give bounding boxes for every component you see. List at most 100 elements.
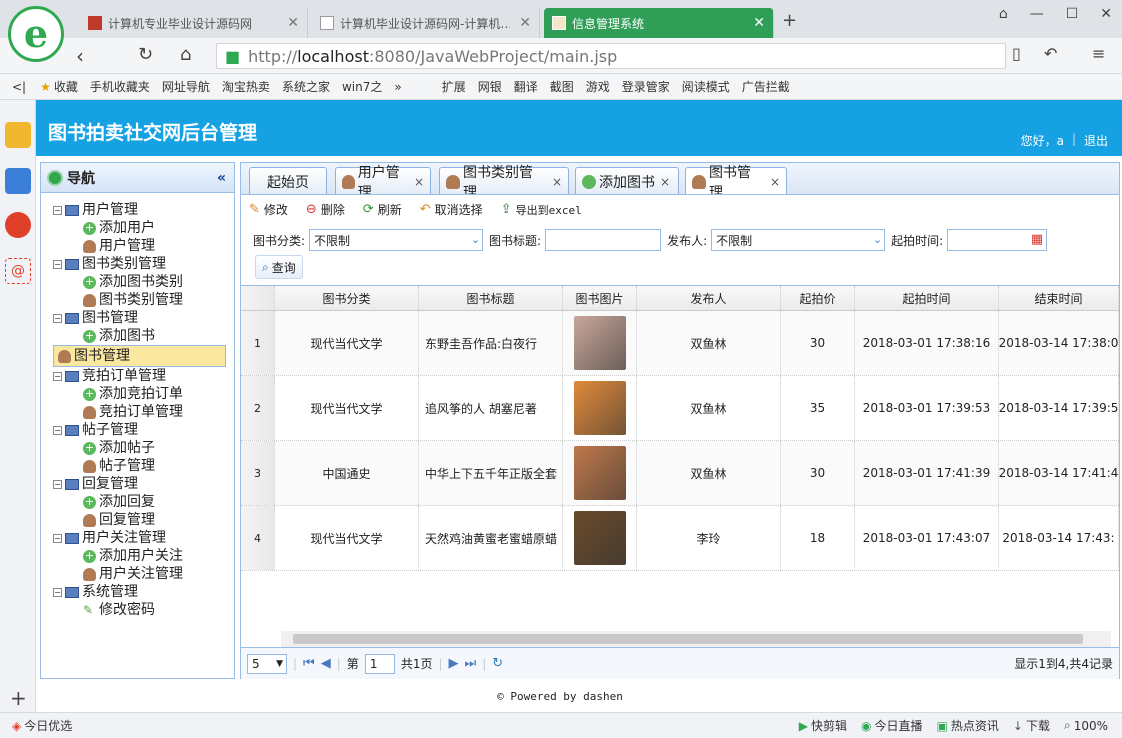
publisher-select[interactable]: 不限制 ⌄ <box>711 229 886 251</box>
title-input[interactable] <box>545 229 662 251</box>
bookmark-item[interactable]: 手机收藏夹 <box>90 78 150 95</box>
collapse-icon[interactable]: « <box>217 170 226 186</box>
menu-icon[interactable]: ≡ <box>1092 44 1105 63</box>
nav-group[interactable]: − 图书类别管理 <box>53 255 234 273</box>
table-row[interactable]: 2 现代当代文学 追风筝的人 胡塞尼著 双鱼林 35 2018-03-01 17:39:5… <box>241 376 1119 441</box>
nav-item[interactable]: 图书管理 <box>53 345 226 367</box>
bookmark-item[interactable]: 游戏 <box>586 78 610 95</box>
nav-group[interactable]: − 用户管理 <box>53 201 234 219</box>
collapse-toggle-icon[interactable]: − <box>53 371 62 381</box>
nav-group[interactable]: − 系统管理 <box>53 583 234 601</box>
skin-icon[interactable]: ⌂ <box>999 6 1008 22</box>
collapse-toggle-icon[interactable]: − <box>53 533 62 543</box>
bookmark-item[interactable]: 截图 <box>550 78 574 95</box>
collapse-toggle-icon[interactable]: − <box>53 205 62 215</box>
nav-item[interactable]: + 添加回复 <box>53 493 234 511</box>
star-icon[interactable] <box>5 122 31 148</box>
last-page-icon[interactable]: ⏭ <box>465 656 477 671</box>
nav-item[interactable]: 回复管理 <box>53 511 234 529</box>
home-icon[interactable]: ⌂ <box>180 44 191 65</box>
close-icon[interactable]: × <box>770 175 780 189</box>
browser-tab-active[interactable]: 信息管理系统 ✕ <box>544 8 774 38</box>
deselect-button[interactable]: ↶ 取消选择 <box>420 201 483 218</box>
bookmark-item[interactable]: 扩展 <box>442 78 466 95</box>
collapse-toggle-icon[interactable]: − <box>53 479 62 489</box>
nav-item[interactable]: 用户管理 <box>53 237 234 255</box>
close-icon[interactable]: ✕ <box>519 15 531 31</box>
category-select[interactable]: 不限制 ⌄ <box>309 229 484 251</box>
content-tab[interactable]: 添加图书 × <box>575 167 679 195</box>
bookmark-item[interactable]: 翻译 <box>514 78 538 95</box>
page-number-input[interactable]: 1 <box>364 653 395 674</box>
add-icon[interactable]: + <box>10 686 27 710</box>
nav-group[interactable]: − 帖子管理 <box>53 421 234 439</box>
sidebar-toggle-icon[interactable]: <| <box>12 80 26 94</box>
first-page-icon[interactable]: ⏮ <box>303 656 315 671</box>
export-button[interactable]: ⇪ 导出到excel <box>501 202 582 218</box>
nav-item[interactable]: 用户关注管理 <box>53 565 234 583</box>
bookmark-item[interactable]: win7之 <box>342 78 382 95</box>
nav-item[interactable]: + 添加用户 <box>53 219 234 237</box>
back-icon[interactable]: ‹ <box>76 44 84 68</box>
collapse-toggle-icon[interactable]: − <box>53 259 62 269</box>
status-item[interactable]: ↓ 下载 <box>1013 717 1050 734</box>
browser-tab[interactable]: 计算机专业毕业设计源码网 ✕ <box>80 8 308 38</box>
reload-icon[interactable]: ↻ <box>138 44 153 65</box>
status-item[interactable]: ▶ 快剪辑 <box>799 717 847 734</box>
collapse-toggle-icon[interactable]: − <box>53 313 62 323</box>
close-icon[interactable]: × <box>414 175 424 189</box>
page-size-select[interactable]: 5 ▼ <box>247 653 287 674</box>
nav-group[interactable]: − 图书管理 <box>53 309 234 327</box>
column-header[interactable]: 起拍时间 <box>855 286 999 310</box>
refresh-button[interactable]: ⟳ 刷新 <box>363 201 402 218</box>
new-tab-icon[interactable]: + <box>782 10 797 31</box>
collapse-toggle-icon[interactable]: − <box>53 587 62 597</box>
nav-group[interactable]: − 竞拍订单管理 <box>53 367 234 385</box>
table-row[interactable]: 4 现代当代文学 天然鸡油黄蜜老蜜蜡原蜡 李玲 18 2018-03-01 17:43:0… <box>241 506 1119 571</box>
maximize-icon[interactable]: ☐ <box>1066 6 1079 22</box>
bookmark-item[interactable]: 阅读模式 <box>682 78 730 95</box>
bookmark-item[interactable]: 网址导航 <box>162 78 210 95</box>
query-button[interactable]: ⌕ 查询 <box>255 255 303 279</box>
scrollbar-thumb[interactable] <box>293 634 1083 644</box>
nav-item[interactable]: + 添加帖子 <box>53 439 234 457</box>
nav-group[interactable]: − 回复管理 <box>53 475 234 493</box>
horizontal-scrollbar[interactable] <box>281 631 1111 647</box>
bookmark-item[interactable]: 登录管家 <box>622 78 670 95</box>
nav-item[interactable]: 竞拍订单管理 <box>53 403 234 421</box>
bookmark-item[interactable]: 系统之家 <box>282 78 330 95</box>
nav-group[interactable]: − 用户关注管理 <box>53 529 234 547</box>
mail-icon[interactable]: @ <box>5 258 31 284</box>
bookmark-item[interactable]: 淘宝热卖 <box>222 78 270 95</box>
bookmark-item[interactable]: 广告拦截 <box>742 78 790 95</box>
list-icon[interactable] <box>5 168 31 194</box>
column-header[interactable]: 起拍价 <box>781 286 855 310</box>
logout-link[interactable]: 退出 <box>1084 132 1108 149</box>
close-icon[interactable]: × <box>660 175 670 189</box>
delete-button[interactable]: ⊖ 删除 <box>306 201 345 218</box>
table-row[interactable]: 3 中国通史 中华上下五千年正版全套 双鱼林 30 2018-03-01 17:41:39… <box>241 441 1119 506</box>
next-page-icon[interactable]: ▶ <box>449 656 459 671</box>
prev-page-icon[interactable]: ◀ <box>321 656 331 671</box>
content-tab[interactable]: 起始页 <box>249 167 327 195</box>
column-header[interactable]: 图书图片 <box>563 286 637 310</box>
browser-logo[interactable]: e <box>8 6 64 62</box>
nav-item[interactable]: ✎ 修改密码 <box>53 601 234 619</box>
status-item[interactable]: ◈ 今日优选 <box>12 717 72 734</box>
minimize-icon[interactable]: — <box>1030 6 1044 22</box>
content-tab[interactable]: 图书类别管理 × <box>439 165 569 201</box>
close-window-icon[interactable]: ✕ <box>1100 6 1112 22</box>
start-time-input[interactable]: ▦ <box>947 229 1048 251</box>
close-icon[interactable]: × <box>552 175 562 189</box>
column-header[interactable]: 图书标题 <box>419 286 563 310</box>
collapse-toggle-icon[interactable]: − <box>53 425 62 435</box>
edit-button[interactable]: ✎ 修改 <box>249 201 288 218</box>
more-icon[interactable]: » <box>394 80 401 94</box>
bookmark-item[interactable]: ★ 收藏 <box>40 78 78 95</box>
close-icon[interactable]: ✕ <box>287 15 299 31</box>
refresh-icon[interactable]: ↻ <box>492 656 503 671</box>
table-row[interactable]: 1 现代当代文学 东野圭吾作品:白夜行 双鱼林 30 2018-03-01 17:38:1… <box>241 311 1119 376</box>
column-header[interactable]: 图书分类 <box>275 286 419 310</box>
calendar-icon[interactable]: ▦ <box>1031 232 1043 247</box>
weibo-icon[interactable] <box>5 212 31 238</box>
